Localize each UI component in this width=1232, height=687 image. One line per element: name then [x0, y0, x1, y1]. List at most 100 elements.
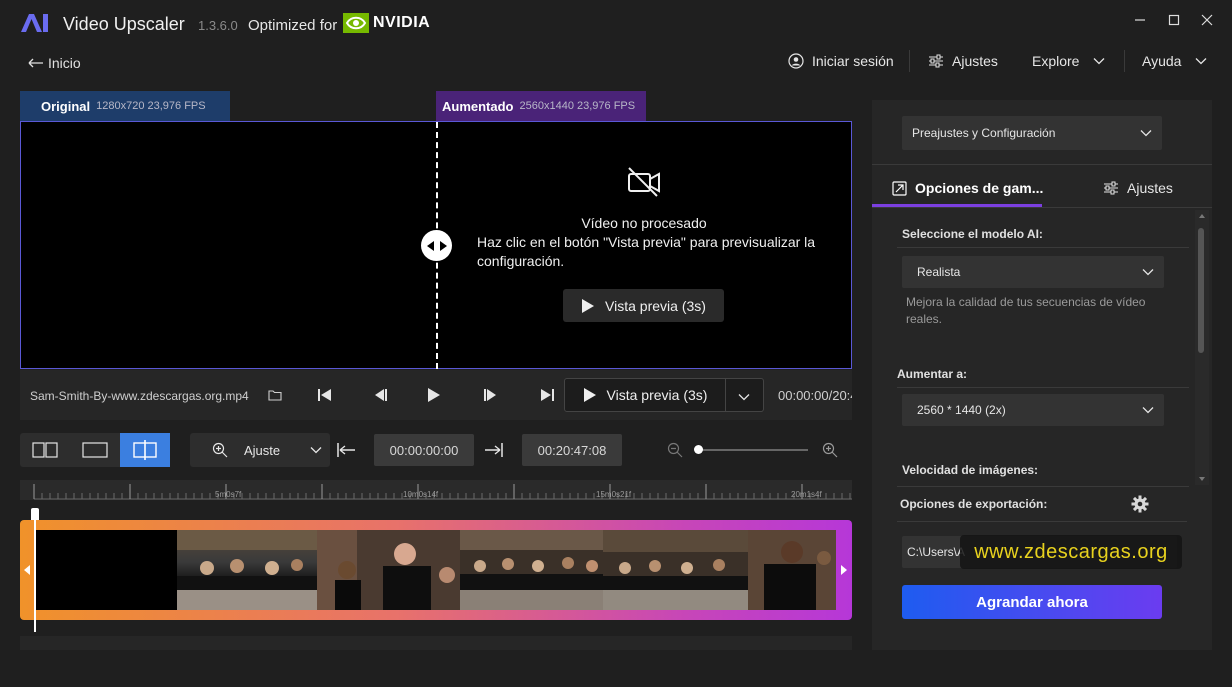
next-frame-button[interactable]	[480, 384, 502, 406]
tab-output-options-label: Opciones de gam...	[915, 180, 1044, 196]
ai-model-dropdown[interactable]: Realista	[902, 256, 1164, 288]
section-divider	[897, 247, 1189, 248]
timeline-zoom-slider-knob[interactable]	[694, 445, 703, 454]
ruler-label: 15m0s21f	[596, 490, 632, 499]
zoom-in-icon	[822, 442, 838, 458]
timeline-zoom-slider[interactable]	[698, 449, 808, 451]
trim-start-handle[interactable]	[23, 564, 31, 576]
app-title: Video Upscaler	[63, 14, 185, 34]
skip-to-end-button[interactable]	[537, 384, 559, 406]
chevron-down-icon	[1140, 130, 1152, 137]
skip-back-icon	[318, 389, 331, 401]
app-version: 1.3.6.0	[198, 18, 238, 33]
playback-timecode: 00:00:00/20:47:08	[778, 388, 852, 403]
tab-output-options[interactable]: Opciones de gam...	[892, 178, 1043, 198]
frame-thumbnail	[603, 530, 748, 610]
play-button[interactable]	[423, 384, 445, 406]
frame-thumbnail	[748, 530, 836, 610]
zoom-select[interactable]: Ajuste	[190, 433, 330, 467]
export-options-label: Opciones de exportación:	[900, 497, 1048, 511]
single-view-icon	[82, 442, 108, 458]
playhead[interactable]	[34, 512, 36, 632]
close-button[interactable]	[1197, 10, 1217, 30]
filmstrip-frame	[748, 530, 836, 610]
set-in-point-button[interactable]	[335, 439, 357, 461]
nav-divider	[1124, 50, 1125, 72]
chevron-down-icon	[1142, 407, 1154, 414]
enhanced-view-tab: Aumentado 2560x1440 23,976 FPS	[436, 91, 646, 121]
zoom-out-button[interactable]	[664, 439, 686, 461]
start-time-field[interactable]: 00:00:00:00	[374, 434, 474, 466]
open-folder-button[interactable]	[264, 384, 286, 406]
upscale-now-button[interactable]: Agrandar ahora	[902, 585, 1162, 619]
play-icon	[583, 388, 596, 402]
explore-menu[interactable]: Explore	[1032, 51, 1105, 71]
explore-label: Explore	[1032, 53, 1080, 69]
chevron-down-icon	[738, 394, 750, 401]
zoom-in-button[interactable]	[819, 439, 841, 461]
frame-thumbnail	[317, 530, 460, 610]
tab-settings-label: Ajustes	[1127, 180, 1173, 196]
arrow-left-icon	[28, 58, 43, 68]
side-by-side-icon	[32, 442, 58, 458]
end-time-field[interactable]: 00:20:47:08	[522, 434, 622, 466]
not-processed-title: Vídeo no procesado	[581, 215, 707, 231]
panel-divider	[872, 164, 1212, 165]
settings-button[interactable]: Ajustes	[928, 51, 998, 71]
chevron-down-icon	[310, 447, 322, 454]
original-label: Original	[41, 98, 91, 114]
preview-options-button[interactable]	[733, 386, 755, 408]
set-out-point-button[interactable]	[483, 439, 505, 461]
filmstrip-frame	[603, 530, 748, 610]
single-view-button[interactable]	[70, 433, 120, 467]
frame-rate-label: Velocidad de imágenes:	[902, 463, 1039, 477]
split-view-button[interactable]	[120, 433, 170, 467]
back-link[interactable]: Inicio	[28, 55, 81, 71]
watermark: www.zdescargas.org	[960, 535, 1182, 569]
skip-forward-icon	[541, 389, 554, 401]
export-settings-button[interactable]	[1129, 493, 1151, 515]
side-by-side-view-button[interactable]	[20, 433, 70, 467]
section-divider	[897, 387, 1189, 388]
section-divider	[897, 521, 1187, 522]
preview-button[interactable]: Vista previa (3s)	[563, 289, 724, 322]
out-point-icon	[485, 443, 503, 457]
export-arrow-icon	[892, 180, 907, 196]
minimize-button[interactable]	[1130, 10, 1150, 30]
folder-icon	[268, 390, 282, 401]
nvidia-logo: NVIDIA	[343, 13, 430, 33]
minimize-icon	[1135, 19, 1145, 21]
previous-frame-button[interactable]	[369, 384, 391, 406]
maximize-button[interactable]	[1164, 10, 1184, 30]
presets-dropdown[interactable]: Preajustes y Configuración	[902, 116, 1162, 150]
caret-left-icon	[24, 565, 30, 575]
original-info: 1280x720 23,976 FPS	[96, 100, 206, 112]
ruler-label: 10m0s14f	[403, 490, 439, 499]
section-divider	[897, 486, 1189, 487]
not-processed-description: Haz clic en el botón "Vista previa" para…	[477, 234, 816, 269]
compare-divider-handle[interactable]	[421, 230, 452, 261]
filmstrip-frame	[460, 530, 603, 610]
back-label: Inicio	[48, 55, 81, 71]
nvidia-eye-icon	[343, 13, 369, 33]
output-resolution-value: 2560 * 1440 (2x)	[917, 403, 1006, 417]
output-resolution-dropdown[interactable]: 2560 * 1440 (2x)	[902, 394, 1164, 426]
original-view-tab: Original 1280x720 23,976 FPS	[20, 91, 230, 121]
step-back-icon	[375, 389, 387, 401]
skip-to-start-button[interactable]	[313, 384, 335, 406]
in-point-icon	[337, 443, 355, 457]
signin-button[interactable]: Iniciar sesión	[788, 51, 894, 71]
filmstrip-frame	[177, 530, 317, 610]
help-menu[interactable]: Ayuda	[1142, 51, 1207, 71]
trim-end-handle[interactable]	[840, 564, 848, 576]
play-icon	[428, 388, 440, 402]
panel-scrollbar-thumb[interactable]	[1198, 228, 1204, 353]
user-icon	[788, 53, 804, 69]
filmstrip-frame	[317, 530, 460, 610]
split-view-icon	[133, 440, 157, 460]
zoom-out-icon	[667, 442, 683, 458]
tab-settings[interactable]: Ajustes	[1103, 178, 1173, 198]
ruler-label: 20m1s4f	[791, 490, 822, 499]
timeline-horizontal-scrollbar[interactable]	[20, 636, 852, 650]
transport-preview-button[interactable]: Vista previa (3s)	[565, 379, 725, 411]
